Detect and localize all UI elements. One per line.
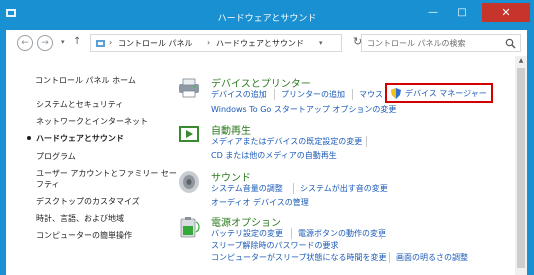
sidebar-item-network-internet[interactable]: ネットワークとインターネット (36, 116, 148, 127)
sidebar-item-appearance[interactable]: デスクトップのカスタマイズ (36, 196, 140, 207)
link-add-device[interactable]: デバイスの追加 (211, 89, 267, 100)
category-title-sound[interactable]: サウンド (211, 169, 251, 184)
link-change-default-media-settings[interactable]: メディアまたはデバイスの既定設定の変更 (211, 136, 362, 147)
sidebar-item-user-accounts[interactable]: ユーザー アカウントとファミリー セー (36, 168, 177, 179)
link-separator (291, 228, 292, 239)
sidebar-item-user-accounts-cont[interactable]: フティ (36, 179, 60, 190)
battery-icon[interactable] (176, 214, 202, 240)
scroll-up-arrow[interactable]: ▲ (515, 57, 527, 67)
sidebar-item-ease-of-access[interactable]: コンピューターの簡単操作 (36, 230, 132, 241)
sidebar-item-system-security[interactable]: システムとセキュリティ (36, 99, 123, 110)
control-panel-icon (96, 40, 105, 47)
scroll-thumb[interactable] (517, 68, 525, 268)
sidebar-item-hardware-sound[interactable]: ハードウェアとサウンド (36, 133, 124, 144)
client-area: ← → ▾ ↑ › コントロール パネル › ハードウェアとサウンド ▾ ↻ コ… (6, 30, 527, 275)
printer-icon[interactable] (176, 75, 202, 101)
link-adjust-screen-brightness[interactable]: 画面の明るさの調整 (396, 252, 468, 263)
link-separator (352, 89, 353, 100)
search-box[interactable]: コントロール パネルの検索 (361, 34, 521, 52)
title-bar: ハードウェアとサウンド — □ ✕ (0, 0, 534, 30)
sidebar-item-control-panel-home[interactable]: コントロール パネル ホーム (35, 75, 136, 86)
control-panel-window: ハードウェアとサウンド — □ ✕ ← → ▾ ↑ › コントロール パネル ›… (0, 0, 534, 275)
minimize-button[interactable]: — (420, 3, 446, 22)
vertical-scrollbar[interactable]: ▲ (515, 56, 527, 275)
category-title-devices-printers[interactable]: デバイスとプリンター (211, 75, 311, 90)
link-change-battery-settings[interactable]: バッテリ設定の変更 (211, 228, 283, 239)
link-add-printer[interactable]: プリンターの追加 (281, 89, 345, 100)
sidebar-item-clock-language-region[interactable]: 時計、言語、および地域 (36, 213, 124, 224)
search-icon[interactable] (505, 38, 516, 49)
recent-locations-button[interactable]: ▾ (61, 38, 65, 46)
autoplay-icon[interactable] (176, 122, 202, 148)
breadcrumb-separator[interactable]: › (109, 38, 112, 47)
link-separator (274, 89, 275, 100)
device-manager-highlight: デバイス マネージャー (385, 83, 493, 103)
link-change-system-sounds[interactable]: システムが出す音の変更 (300, 183, 388, 194)
sidebar-item-programs[interactable]: プログラム (36, 151, 76, 162)
link-change-sleep-time[interactable]: コンピューターがスリープ状態になる時間を変更 (211, 252, 387, 263)
link-change-power-buttons[interactable]: 電源ボタンの動作の変更 (298, 228, 386, 239)
link-separator (381, 228, 382, 239)
address-bar[interactable]: › コントロール パネル › ハードウェアとサウンド ▾ (90, 34, 342, 52)
link-separator (293, 183, 294, 194)
up-button[interactable]: ↑ (73, 36, 81, 47)
maximize-button[interactable]: □ (449, 3, 475, 22)
link-device-manager[interactable]: デバイス マネージャー (405, 88, 487, 99)
link-separator (366, 136, 367, 147)
link-manage-audio-devices[interactable]: オーディオ デバイスの管理 (211, 197, 309, 208)
category-title-autoplay[interactable]: 自動再生 (211, 122, 251, 137)
current-location-bullet (27, 136, 31, 140)
link-require-password-on-wakeup[interactable]: スリープ解除時のパスワードの要求 (211, 240, 339, 251)
link-mouse[interactable]: マウス (359, 89, 383, 100)
close-button[interactable]: ✕ (482, 3, 530, 22)
link-separator (389, 252, 390, 263)
breadcrumb-hardware-sound[interactable]: ハードウェアとサウンド (216, 38, 304, 49)
category-title-power-options[interactable]: 電源オプション (211, 214, 281, 229)
search-placeholder: コントロール パネルの検索 (367, 39, 466, 48)
forward-button[interactable]: → (37, 35, 53, 51)
breadcrumb-control-panel[interactable]: コントロール パネル (118, 38, 193, 49)
link-play-cd-automatically[interactable]: CD または他のメディアの自動再生 (211, 150, 337, 161)
link-adjust-system-volume[interactable]: システム音量の調整 (211, 183, 283, 194)
breadcrumb-separator[interactable]: › (207, 38, 210, 47)
navigation-bar: ← → ▾ ↑ › コントロール パネル › ハードウェアとサウンド ▾ ↻ コ… (6, 30, 527, 56)
uac-shield-icon (391, 88, 401, 99)
address-dropdown-button[interactable]: ▾ (319, 39, 323, 47)
link-windows-to-go[interactable]: Windows To Go スタートアップ オプションの変更 (211, 104, 396, 115)
speaker-icon[interactable] (176, 169, 202, 195)
back-button[interactable]: ← (17, 35, 33, 51)
left-navigation-pane: コントロール パネル ホーム システムとセキュリティ ネットワークとインターネッ… (6, 56, 177, 275)
